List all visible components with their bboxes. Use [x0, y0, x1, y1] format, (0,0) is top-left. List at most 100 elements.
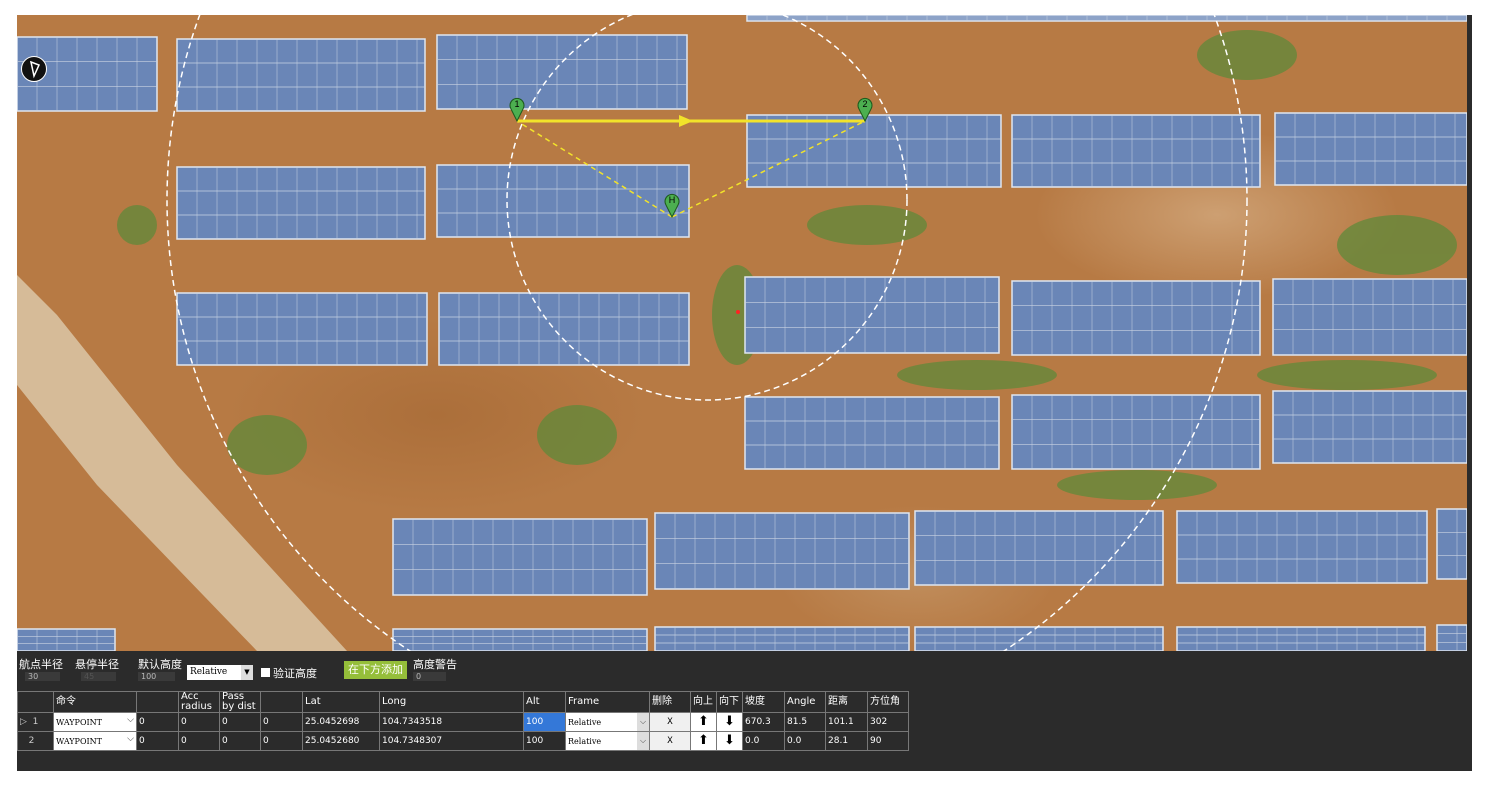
solar-panel: [438, 292, 690, 366]
col-header-command[interactable]: 命令: [53, 691, 137, 713]
col-header-acc-radius[interactable]: Acc radius: [178, 691, 220, 713]
loiter-radius-input[interactable]: 45: [81, 672, 116, 681]
row-selector-icon: ▷: [20, 717, 27, 727]
compass-icon[interactable]: [21, 56, 47, 82]
satellite-map[interactable]: 1 2 H: [17, 15, 1467, 651]
col-header-up[interactable]: 向上: [690, 691, 717, 713]
col-header-down[interactable]: 向下: [716, 691, 743, 713]
default-alt-input[interactable]: 100: [138, 672, 175, 681]
table-row[interactable]: 2 WAYPOINT ⌵ 0 0 0 0 25.0452680 104.73483…: [17, 731, 909, 751]
solar-panel: [914, 510, 1164, 586]
alt-warn-input[interactable]: 0: [413, 672, 446, 681]
azimuth-cell: 90: [867, 731, 909, 751]
row-number: 1: [32, 717, 39, 727]
move-up-button[interactable]: ⬆: [690, 731, 717, 751]
col-header-frame[interactable]: Frame: [565, 691, 650, 713]
distance-cell: 101.1: [825, 712, 868, 732]
param-cell[interactable]: 0: [219, 712, 261, 732]
col-header-distance[interactable]: 距离: [825, 691, 868, 713]
command-value: WAYPOINT: [56, 736, 102, 746]
verify-height-checkbox[interactable]: [261, 668, 270, 677]
solar-panel: [654, 512, 910, 590]
table-row[interactable]: ▷ 1 WAYPOINT ⌵ 0 0 0 0 25.0452698 104.734…: [17, 712, 909, 732]
param-cell[interactable]: 0: [136, 712, 179, 732]
param-cell[interactable]: 0: [178, 731, 220, 751]
delete-button[interactable]: X: [649, 712, 691, 732]
col-header-azimuth[interactable]: 方位角: [867, 691, 909, 713]
frame-value: Relative: [568, 717, 602, 727]
command-value: WAYPOINT: [56, 717, 102, 727]
arrow-down-icon: ⬇: [724, 714, 735, 729]
col-header[interactable]: [17, 691, 54, 713]
move-up-button[interactable]: ⬆: [690, 712, 717, 732]
command-select[interactable]: WAYPOINT ⌵: [53, 731, 137, 751]
default-alt-label: 默认高度: [138, 658, 182, 671]
col-header-pass-by-dist[interactable]: Pass by dist: [219, 691, 261, 713]
loiter-radius-label: 悬停半径: [75, 658, 119, 671]
alt-cell[interactable]: 100: [523, 712, 566, 732]
col-header[interactable]: [136, 691, 179, 713]
solar-panel: [1272, 278, 1467, 356]
col-header-gradient[interactable]: 坡度: [742, 691, 785, 713]
param-cell[interactable]: 0: [219, 731, 261, 751]
solar-panel: [17, 628, 116, 651]
lat-cell[interactable]: 25.0452698: [302, 712, 380, 732]
col-header-lat[interactable]: Lat: [302, 691, 380, 713]
chevron-down-icon: ⌵: [127, 734, 134, 744]
chevron-down-icon: ⌵: [637, 732, 649, 750]
row-number: 2: [28, 736, 35, 746]
waypoint-table: 命令 Acc radius Pass by dist Lat Long Alt …: [17, 691, 913, 751]
waypoint-marker-icon: 1: [509, 97, 525, 123]
long-cell[interactable]: 104.7343518: [379, 712, 524, 732]
delete-button[interactable]: X: [649, 731, 691, 751]
table-header-row: 命令 Acc radius Pass by dist Lat Long Alt …: [17, 691, 909, 713]
row-header[interactable]: ▷ 1: [17, 712, 54, 732]
col-header-delete[interactable]: 删除: [649, 691, 691, 713]
solar-panel: [1436, 508, 1467, 580]
azimuth-cell: 302: [867, 712, 909, 732]
solar-panel: [744, 276, 1000, 354]
frame-select[interactable]: Relative ⌵: [565, 712, 650, 732]
add-below-button[interactable]: 在下方添加: [344, 661, 407, 679]
solar-panel: [436, 164, 690, 238]
alt-frame-select[interactable]: Relative ▼: [187, 665, 253, 680]
solar-panel: [392, 518, 648, 596]
alt-frame-value: Relative: [190, 667, 228, 677]
solar-panel: [1176, 626, 1426, 651]
route-arrow: [679, 115, 693, 127]
distance-cell: 28.1: [825, 731, 868, 751]
solar-panel: [1011, 394, 1261, 470]
solar-panel: [1176, 510, 1428, 584]
lat-cell[interactable]: 25.0452680: [302, 731, 380, 751]
gradient-cell: 670.3: [742, 712, 785, 732]
col-header-angle[interactable]: Angle: [784, 691, 826, 713]
solar-panel: [392, 628, 648, 651]
param-cell[interactable]: 0: [260, 712, 303, 732]
chevron-down-icon: ⌵: [637, 713, 649, 731]
solar-panel: [1274, 112, 1467, 186]
arrow-down-icon: ⬇: [724, 733, 735, 748]
frame-value: Relative: [568, 736, 602, 746]
alt-cell[interactable]: 100: [523, 731, 566, 751]
param-cell[interactable]: 0: [136, 731, 179, 751]
param-cell[interactable]: 0: [178, 712, 220, 732]
col-header-long[interactable]: Long: [379, 691, 524, 713]
solar-panel: [176, 292, 428, 366]
mission-planner-panel: 1 2 H 航点半径 30 悬停半径 45 默认高度 100 Relative ▼ …: [17, 15, 1472, 771]
solar-panel: [1436, 624, 1467, 651]
map-overlay: 1 2 H: [17, 15, 1467, 651]
col-header-alt[interactable]: Alt: [523, 691, 566, 713]
waypoint-label: 2: [862, 99, 867, 109]
arrow-up-icon: ⬆: [698, 714, 709, 729]
center-marker: [736, 310, 740, 314]
command-select[interactable]: WAYPOINT ⌵: [53, 712, 137, 732]
frame-select[interactable]: Relative ⌵: [565, 731, 650, 751]
move-down-button[interactable]: ⬇: [716, 712, 743, 732]
col-header[interactable]: [260, 691, 303, 713]
param-cell[interactable]: 0: [260, 731, 303, 751]
gradient-cell: 0.0: [742, 731, 785, 751]
long-cell[interactable]: 104.7348307: [379, 731, 524, 751]
wp-radius-input[interactable]: 30: [25, 672, 60, 681]
row-header[interactable]: 2: [17, 731, 54, 751]
move-down-button[interactable]: ⬇: [716, 731, 743, 751]
